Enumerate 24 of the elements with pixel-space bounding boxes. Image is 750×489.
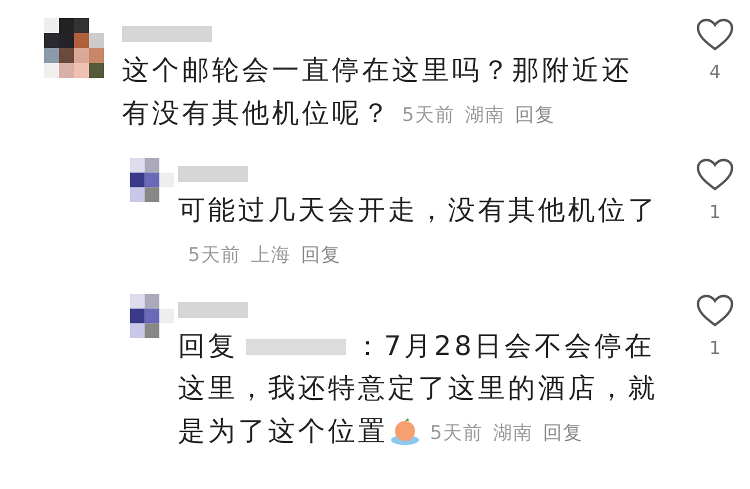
heart-icon[interactable] (696, 158, 734, 192)
comment-text: 这个邮轮会一直停在这里吗？那附近还 (122, 54, 632, 88)
comment-location: 湖南 (493, 422, 534, 444)
comment-text: 这里，我还特意定了这里的酒店，就 (178, 372, 658, 406)
comment-location: 湖南 (465, 104, 506, 126)
comment-time: 5天前 (402, 104, 456, 126)
reply-link[interactable]: 回复 (301, 244, 342, 266)
comment-text: 是为了这个位置 (178, 415, 388, 449)
like-count: 1 (709, 202, 721, 223)
like-count: 1 (709, 338, 721, 359)
heart-icon[interactable] (696, 294, 734, 328)
comment-text: 可能过几天会开走，没有其他机位了 (178, 194, 658, 228)
reply-link[interactable]: 回复 (515, 104, 556, 126)
redacted-name (178, 302, 248, 318)
comment-time: 5天前 (188, 244, 242, 266)
heart-icon[interactable] (696, 18, 734, 52)
comment-text: 有没有其他机位呢？ (122, 97, 392, 131)
redacted-name (178, 166, 248, 182)
comment-time: 5天前 (430, 422, 484, 444)
reply-prefix: 回复 (178, 330, 238, 364)
comment-location: 上海 (251, 244, 292, 266)
reply-link[interactable]: 回复 (543, 422, 584, 444)
like-count: 4 (709, 62, 721, 83)
comment-text: ：7月28日会不会停在 (354, 330, 655, 364)
